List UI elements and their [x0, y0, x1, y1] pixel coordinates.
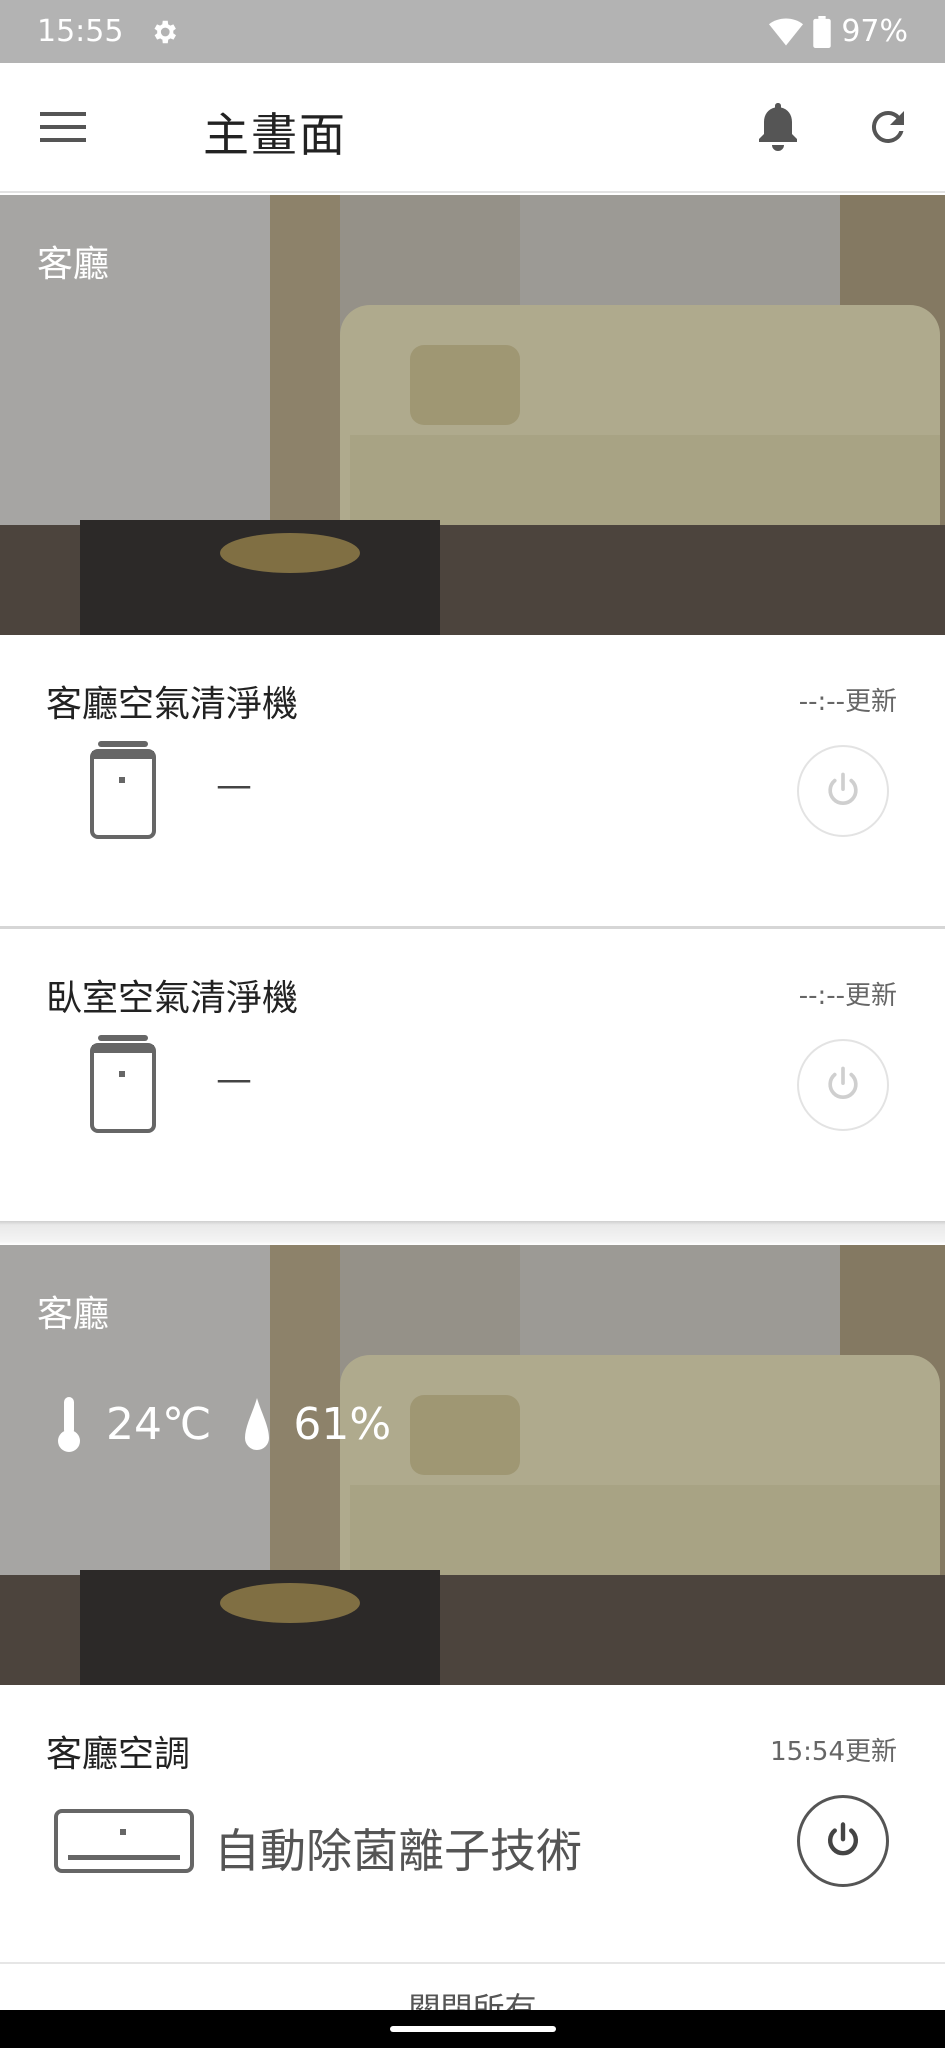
- room-name: 客廳: [37, 1294, 110, 1335]
- air-conditioner-icon: [54, 1809, 194, 1873]
- last-updated: 15:54更新: [770, 1737, 897, 1767]
- menu-icon[interactable]: [40, 107, 86, 147]
- device-status: —: [216, 1059, 252, 1100]
- wifi-icon: [769, 18, 804, 45]
- section-separator: [0, 1221, 945, 1245]
- battery-percent: 97%: [841, 14, 908, 49]
- device-status: 自動除菌離子技術: [214, 1824, 582, 1878]
- air-purifier-icon: [90, 1035, 156, 1133]
- close-all-label: 關閉所有: [408, 1990, 537, 2010]
- close-all-button[interactable]: 關閉所有: [0, 1962, 945, 2010]
- settings-gear-icon: [154, 20, 177, 43]
- power-button[interactable]: [797, 1039, 889, 1131]
- app-bar: 主畫面: [0, 63, 945, 193]
- power-button[interactable]: [797, 1795, 889, 1887]
- device-card-bedroom-purifier[interactable]: 臥室空氣清淨機 --:--更新 —: [0, 929, 945, 1221]
- room-banner-living-room[interactable]: 客廳: [0, 195, 945, 635]
- room-banner-living-room-ac[interactable]: 客廳 24℃ 61%: [0, 1245, 945, 1685]
- power-icon: [827, 1822, 859, 1856]
- device-status: —: [216, 765, 252, 806]
- status-bar: 15:55 97%: [0, 0, 945, 63]
- humidity-drop-icon: [245, 1398, 270, 1450]
- last-updated: --:--更新: [798, 981, 897, 1011]
- device-name: 臥室空氣清淨機: [46, 978, 299, 1019]
- power-icon: [828, 772, 858, 806]
- system-navigation-bar: [0, 2010, 945, 2048]
- power-icon: [828, 1066, 858, 1100]
- device-name: 客廳空氣清淨機: [46, 684, 299, 725]
- notification-bell-icon[interactable]: [755, 99, 801, 155]
- temperature-value: 24℃: [106, 1398, 212, 1450]
- environment-readings: 24℃ 61%: [52, 1395, 391, 1453]
- main-screen: 15:55 97% 主畫面 客廳 客廳空氣清淨機 --:--更新 — 臥室空氣清…: [0, 0, 945, 2048]
- home-gesture-handle[interactable]: [389, 2026, 556, 2032]
- device-name: 客廳空調: [46, 1734, 191, 1775]
- humidity-value: 61%: [293, 1398, 392, 1450]
- power-button[interactable]: [797, 745, 889, 837]
- device-card-living-room-purifier[interactable]: 客廳空氣清淨機 --:--更新 —: [0, 635, 945, 927]
- room-name: 客廳: [37, 244, 110, 285]
- room-photo-overlay: [0, 195, 945, 635]
- air-purifier-icon: [90, 741, 156, 839]
- status-right: 97%: [769, 14, 908, 49]
- thermometer-icon: [58, 1397, 80, 1452]
- refresh-icon[interactable]: [864, 103, 912, 151]
- status-time: 15:55: [37, 14, 124, 49]
- last-updated: --:--更新: [798, 687, 897, 717]
- page-title: 主畫面: [203, 108, 347, 162]
- device-card-living-room-ac[interactable]: 客廳空調 15:54更新 自動除菌離子技術: [0, 1685, 945, 1962]
- battery-icon: [813, 15, 832, 48]
- room-photo-overlay: [0, 1245, 945, 1685]
